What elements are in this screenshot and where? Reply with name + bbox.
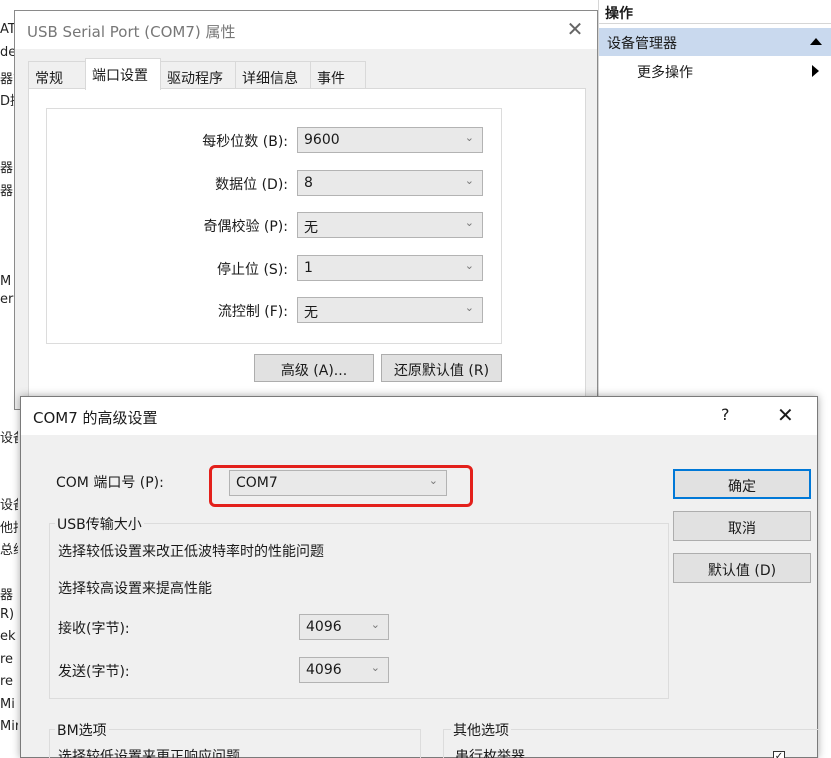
com-port-select[interactable]: COM7 ⌄ [229,470,447,496]
baud-rate-label: 每秒位数 (B): [202,134,288,150]
other-group-title: 其他选项 [451,720,511,740]
close-icon[interactable]: ✕ [777,403,794,427]
ok-button[interactable]: 确定 [673,469,811,499]
bm-group-title: BM选项 [55,720,109,740]
serial-enumerator-checkbox[interactable]: ✓ [773,751,785,758]
stop-bits-select[interactable]: 1 ⌄ [297,255,483,281]
advanced-title-bar: COM7 的高级设置 ? ✕ [21,397,817,435]
bg-text: re [0,674,14,689]
baud-rate-select[interactable]: 9600 ⌄ [297,127,483,153]
bg-text: 器 [0,184,14,199]
properties-window: USB Serial Port (COM7) 属性 ✕ 常规 端口设置 驱动程序… [14,10,598,410]
actions-header: 操作 [599,0,831,24]
chevron-down-icon: ⌄ [464,301,474,314]
receive-size-value: 4096 [306,619,342,635]
window-title: USB Serial Port (COM7) 属性 [27,23,236,41]
bg-text: Mi [0,697,15,712]
serial-enumerator-label: 串行枚举器 [455,749,525,758]
bg-text: 总线 [0,543,18,558]
tab-general[interactable]: 常规 [28,61,86,89]
port-settings-panel: 每秒位数 (B): 9600 ⌄ 数据位 (D): 8 ⌄ 奇偶校验 (P): … [28,88,586,408]
tab-details[interactable]: 详细信息 [235,61,311,89]
tab-events[interactable]: 事件 [310,61,366,89]
bg-text: R) V [0,607,18,622]
chevron-down-icon: ⌄ [370,661,380,674]
usb-desc-high: 选择较高设置来提高性能 [58,581,212,597]
parity-select[interactable]: 无 ⌄ [297,212,483,238]
help-icon[interactable]: ? [721,405,730,424]
bg-text: ek I [0,629,18,644]
actions-item-device-manager[interactable]: 设备管理器 [599,28,831,56]
bg-text: 设备 [0,431,18,446]
chevron-down-icon: ⌄ [464,131,474,144]
bg-text: re [0,652,14,667]
dialog-title: COM7 的高级设置 [33,409,158,427]
receive-label: 接收(字节): [58,621,130,637]
chevron-down-icon: ⌄ [370,618,380,631]
restore-defaults-button[interactable]: 还原默认值 (R) [381,354,502,382]
data-bits-label: 数据位 (D): [215,177,288,193]
send-label: 发送(字节): [58,664,130,680]
bg-text: 器 [0,161,14,176]
defaults-button[interactable]: 默认值 (D) [673,553,811,583]
chevron-down-icon: ⌄ [428,474,438,487]
usb-desc-low: 选择较低设置来改正低波特率时的性能问题 [58,544,324,560]
com-port-label: COM 端口号 (P): [56,475,164,491]
actions-item-label: 设备管理器 [607,36,677,52]
bg-text: 器 [0,588,14,603]
cancel-button[interactable]: 取消 [673,511,811,541]
com-port-value: COM7 [236,475,278,491]
parity-value: 无 [304,220,318,236]
receive-size-select[interactable]: 4096 ⌄ [299,614,389,640]
bg-text: 设备 [0,498,18,513]
tab-driver[interactable]: 驱动程序 [160,61,236,89]
flow-control-value: 无 [304,305,318,321]
more-actions-item[interactable]: 更多操作 [637,62,693,82]
stop-bits-label: 停止位 (S): [217,262,288,278]
bg-text: 他指 [0,521,18,536]
stop-bits-value: 1 [304,260,313,276]
flow-control-select[interactable]: 无 ⌄ [297,297,483,323]
chevron-down-icon: ⌄ [464,259,474,272]
parity-label: 奇偶校验 (P): [203,219,288,235]
chevron-down-icon: ⌄ [464,174,474,187]
chevron-down-icon: ⌄ [464,216,474,229]
data-bits-select[interactable]: 8 ⌄ [297,170,483,196]
bg-text: Mir [0,719,18,734]
flow-control-label: 流控制 (F): [217,304,288,320]
advanced-button[interactable]: 高级 (A)... [254,354,374,382]
collapse-up-icon[interactable] [810,38,822,45]
close-icon[interactable]: ✕ [563,17,587,41]
usb-group-title: USB传输大小 [55,514,144,534]
advanced-settings-dialog: COM7 的高级设置 ? ✕ COM 端口号 (P): COM7 ⌄ USB传输… [20,396,819,758]
submenu-arrow-icon [812,65,819,77]
data-bits-value: 8 [304,175,313,191]
properties-title-bar: USB Serial Port (COM7) 属性 ✕ [15,11,597,49]
send-size-value: 4096 [306,662,342,678]
tab-port-settings[interactable]: 端口设置 [85,58,161,90]
bm-desc: 选择较低设置来更正响应问题 [58,749,240,758]
send-size-select[interactable]: 4096 ⌄ [299,657,389,683]
baud-rate-value: 9600 [304,132,340,148]
